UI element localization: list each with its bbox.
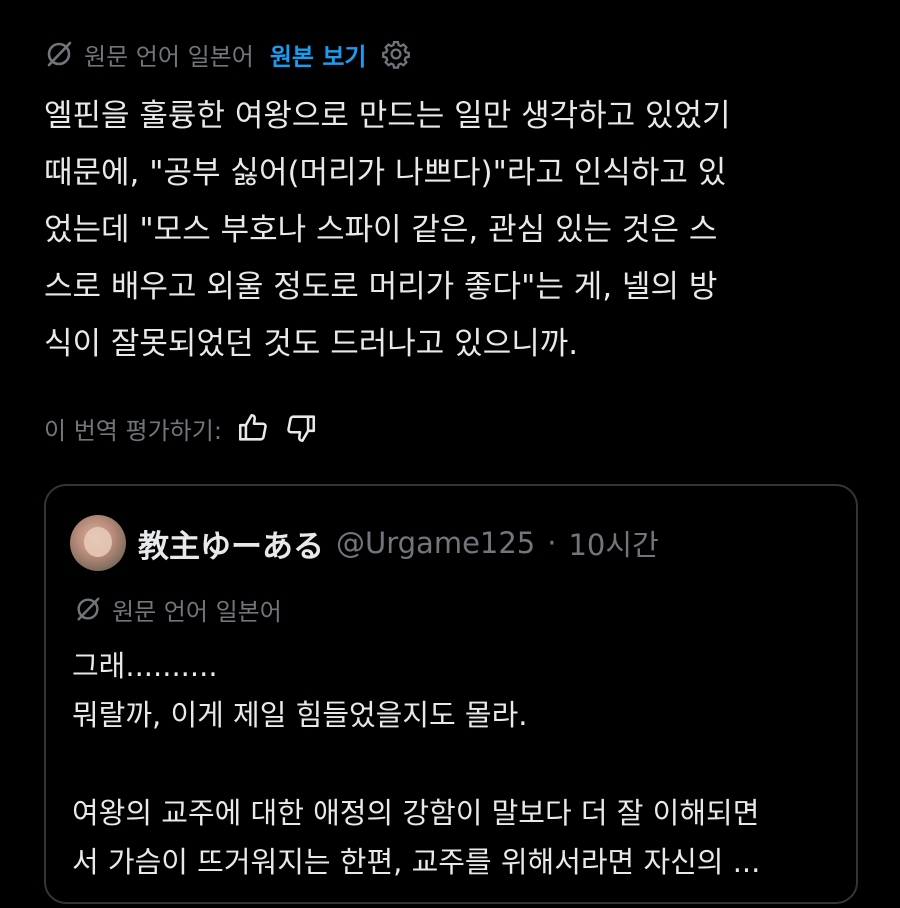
tweet-text: 엘핀을 훌륭한 여왕으로 만드는 일만 생각하고 있었기 때문에, "공부 싫어… [44, 98, 731, 362]
translate-off-icon [44, 39, 74, 69]
rate-translation-label: 이 번역 평가하기: [44, 416, 222, 445]
avatar[interactable] [70, 515, 126, 571]
display-name[interactable]: 教主ゆーある [138, 521, 324, 566]
thumbs-up-icon[interactable] [236, 411, 270, 445]
translate-off-icon [74, 595, 102, 623]
thumbs-down-icon[interactable] [284, 411, 318, 445]
source-language-label: 원문 언어 일본어 [84, 42, 254, 71]
quoted-tweet-card[interactable]: 教主ゆーある @Urgame125 · 10시간 원문 언어 일본어 그래...… [44, 484, 858, 904]
avatar-face [84, 527, 112, 557]
quoted-source-language-label: 원문 언어 일본어 [112, 597, 282, 626]
user-handle[interactable]: @Urgame125 [336, 526, 535, 560]
gear-icon[interactable] [381, 39, 411, 69]
show-original-link[interactable]: 원본 보기 [270, 37, 367, 72]
translation-bar: 원문 언어 일본어 원본 보기 [44, 34, 411, 74]
quoted-tweet-header: 教主ゆーある @Urgame125 · 10시간 [70, 514, 659, 572]
rate-translation-bar: 이 번역 평가하기: [44, 406, 318, 450]
quoted-tweet-text: 그래.......... 뭐랄까, 이게 제일 힘들었을지도 몰라. 여왕의 교… [72, 649, 761, 879]
quoted-translation-bar: 원문 언어 일본어 [74, 592, 282, 626]
separator-dot: · [547, 526, 557, 560]
timestamp[interactable]: 10시간 [568, 522, 658, 564]
